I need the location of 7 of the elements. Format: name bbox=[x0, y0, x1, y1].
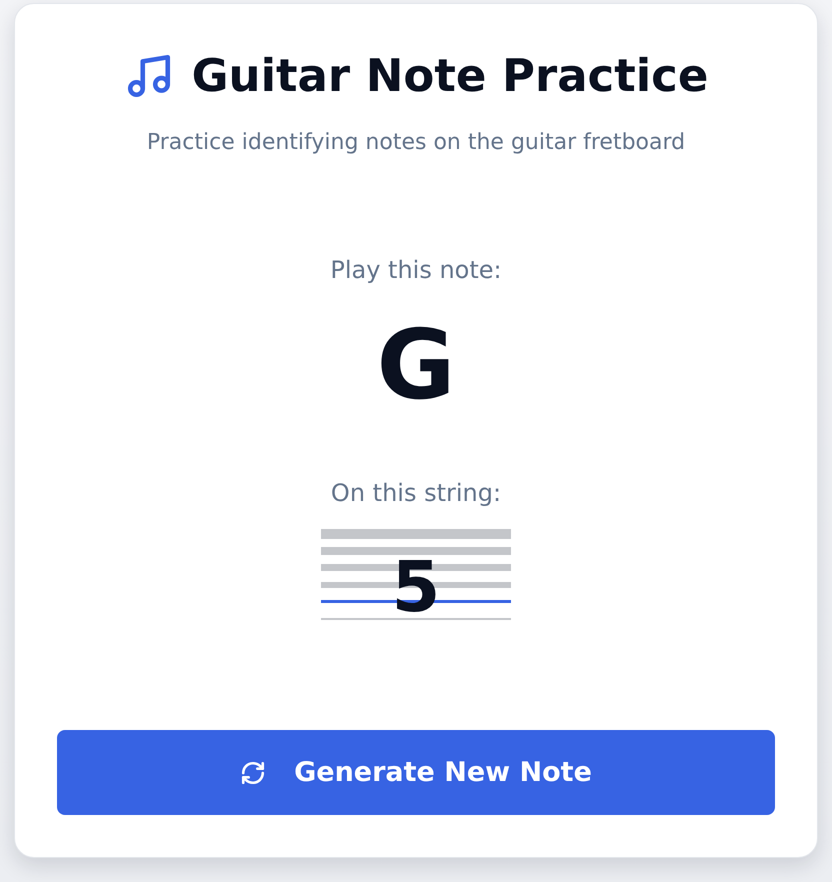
note-prompt: Play this note: bbox=[330, 255, 502, 286]
app-title: Guitar Note Practice bbox=[192, 48, 708, 104]
target-note: G bbox=[376, 310, 456, 420]
generate-button[interactable]: Generate New Note bbox=[57, 730, 775, 815]
refresh-icon bbox=[240, 760, 266, 786]
string-prompt: On this string: bbox=[330, 478, 502, 509]
app-subtitle: Practice identifying notes on the guitar fretboard bbox=[146, 129, 686, 157]
